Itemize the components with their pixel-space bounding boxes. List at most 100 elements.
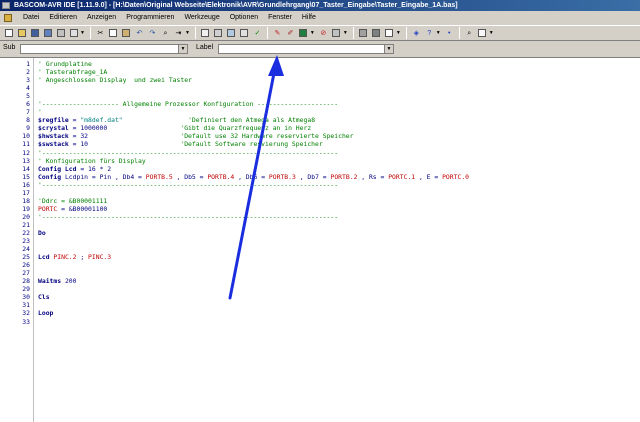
- chevron-down-icon[interactable]: ▼: [343, 30, 348, 36]
- document-system-icon[interactable]: [4, 13, 12, 22]
- code-line[interactable]: 26: [0, 261, 640, 269]
- code-line[interactable]: 19 PORTC = &B00001100: [0, 205, 640, 213]
- save-all-icon[interactable]: [42, 28, 53, 39]
- code-line[interactable]: 24: [0, 245, 640, 253]
- chevron-down-icon[interactable]: ▼: [436, 30, 441, 36]
- code-token-port: PORTB.4: [207, 172, 235, 181]
- code-token-plain: Lcdpin = Pin , Db4 =: [61, 172, 146, 181]
- copy-icon[interactable]: [108, 28, 119, 39]
- navigation-bar: Sub ▼ Label ▼: [0, 42, 640, 55]
- code-line[interactable]: 7 ': [0, 108, 640, 116]
- menu-datei[interactable]: Datei: [18, 11, 44, 24]
- code-line[interactable]: 23: [0, 237, 640, 245]
- save-icon[interactable]: [29, 28, 40, 39]
- outdent-icon[interactable]: [200, 28, 211, 39]
- menu-editieren[interactable]: Editieren: [44, 11, 82, 24]
- code-line[interactable]: 1 ' Grundplatine: [0, 60, 640, 68]
- bookmark-icon[interactable]: [213, 28, 224, 39]
- code-line[interactable]: 2 ' Tasterabfrage_1A: [0, 68, 640, 76]
- info-icon[interactable]: ◈: [411, 28, 422, 39]
- menu-fenster[interactable]: Fenster: [263, 11, 297, 24]
- code-line[interactable]: 25 Lcd PINC.2 ; PINC.3: [0, 253, 640, 261]
- cut-icon[interactable]: ✂: [95, 28, 106, 39]
- code-token-kw: Config Lcd: [38, 164, 77, 173]
- code-line[interactable]: 11 $swstack = 10 'Default Software resvie…: [0, 140, 640, 148]
- line-number: 30: [22, 293, 30, 302]
- stop-icon[interactable]: [239, 28, 250, 39]
- code-line[interactable]: 32 Loop: [0, 309, 640, 317]
- code-line[interactable]: 17: [0, 189, 640, 197]
- code-line[interactable]: 14 Config Lcd = 16 * 2: [0, 165, 640, 173]
- code-line[interactable]: 15 Config Lcdpin = Pin , Db4 = PORTB.5 , …: [0, 173, 640, 181]
- compile-icon[interactable]: [226, 28, 237, 39]
- web-icon[interactable]: •: [444, 28, 455, 39]
- menu-optionen[interactable]: Optionen: [225, 11, 263, 24]
- code-line[interactable]: 10 $hwstack = 32 'Default use 32 Hardware…: [0, 132, 640, 140]
- menu-werkzeuge[interactable]: Werkzeuge: [179, 11, 224, 24]
- indent-icon[interactable]: ⇥: [173, 28, 184, 39]
- options-icon[interactable]: [358, 28, 369, 39]
- print-icon[interactable]: [55, 28, 66, 39]
- code-line[interactable]: 18 'Ddrc = &B00001111: [0, 197, 640, 205]
- code-line[interactable]: 9 $crystal = 1000000 'Gibt die Quarzfrequ…: [0, 124, 640, 132]
- syntax-check-icon[interactable]: ✓: [252, 28, 263, 39]
- paste-icon[interactable]: [121, 28, 132, 39]
- line-number: 29: [22, 285, 30, 294]
- help-icon[interactable]: ?: [424, 28, 435, 39]
- chevron-down-icon[interactable]: ▼: [178, 45, 187, 53]
- chevron-down-icon[interactable]: ▼: [80, 30, 85, 36]
- code-line[interactable]: 22 Do: [0, 229, 640, 237]
- chevron-down-icon[interactable]: ▼: [384, 45, 393, 53]
- menu-anzeigen[interactable]: Anzeigen: [82, 11, 121, 24]
- chevron-down-icon[interactable]: ▼: [396, 30, 401, 36]
- lcd-designer-icon[interactable]: [298, 28, 309, 39]
- code-text: ' Konfiguration fürs Display: [38, 157, 146, 165]
- code-area[interactable]: 1 ' Grundplatine 2 ' Tasterabfrage_1A 3 ' Ang…: [0, 60, 640, 326]
- program-chip-icon[interactable]: ✐: [285, 28, 296, 39]
- search-icon[interactable]: ⌕: [464, 28, 475, 39]
- code-line[interactable]: 27: [0, 269, 640, 277]
- label-combobox[interactable]: ▼: [218, 44, 394, 54]
- code-token-comment: ' Grundplatine: [38, 60, 92, 68]
- menu-programmieren[interactable]: Programmieren: [121, 11, 179, 24]
- terminal-icon[interactable]: ⊘: [318, 28, 329, 39]
- lib-manager-icon[interactable]: [331, 28, 342, 39]
- code-line[interactable]: 6 '-------------------- Allgemeine Prozes…: [0, 100, 640, 108]
- code-line[interactable]: 30 Cls: [0, 293, 640, 301]
- find-icon[interactable]: ⌕: [160, 28, 171, 39]
- code-line[interactable]: 3 ' Angeschlossen Display und zwei Taster: [0, 76, 640, 84]
- code-line[interactable]: 31: [0, 301, 640, 309]
- code-line[interactable]: 12 '-------------------------------------…: [0, 149, 640, 157]
- new-file-icon[interactable]: [3, 28, 14, 39]
- line-number: 28: [22, 277, 30, 286]
- code-editor[interactable]: 1 ' Grundplatine 2 ' Tasterabfrage_1A 3 ' Ang…: [0, 57, 640, 422]
- sub-combobox[interactable]: ▼: [20, 44, 188, 54]
- code-line[interactable]: 33: [0, 318, 640, 326]
- code-line[interactable]: 8 $regfile = "m8def.dat" 'Definiert den A…: [0, 116, 640, 124]
- code-line[interactable]: 21: [0, 221, 640, 229]
- document-icon[interactable]: [477, 28, 488, 39]
- menu-hilfe[interactable]: Hilfe: [297, 11, 321, 24]
- code-line[interactable]: 28 Waitms 200: [0, 277, 640, 285]
- window-icon[interactable]: [384, 28, 395, 39]
- code-line[interactable]: 5: [0, 92, 640, 100]
- code-line[interactable]: 4: [0, 84, 640, 92]
- chevron-down-icon[interactable]: ▼: [489, 30, 494, 36]
- simulate-icon[interactable]: ✎: [272, 28, 283, 39]
- code-line[interactable]: 29: [0, 285, 640, 293]
- print-preview-icon[interactable]: [68, 28, 79, 39]
- chevron-down-icon[interactable]: ▼: [310, 30, 315, 36]
- undo-icon[interactable]: ↶: [134, 28, 145, 39]
- redo-icon[interactable]: ↷: [147, 28, 158, 39]
- code-text: 'Ddrc = &B00001111: [38, 197, 107, 205]
- code-text: $hwstack = 32 'Default use 32 Hardware r…: [38, 132, 354, 140]
- code-line[interactable]: 20 '-------------------------------------…: [0, 213, 640, 221]
- code-line[interactable]: 16 '-------------------------------------…: [0, 181, 640, 189]
- code-text: '---------------------------------------…: [38, 181, 338, 189]
- code-line[interactable]: 13 ' Konfiguration fürs Display: [0, 157, 640, 165]
- chevron-down-icon[interactable]: ▼: [185, 30, 190, 36]
- grid-icon[interactable]: [371, 28, 382, 39]
- open-file-icon[interactable]: [16, 28, 27, 39]
- code-token-kw: Waitms: [38, 277, 62, 286]
